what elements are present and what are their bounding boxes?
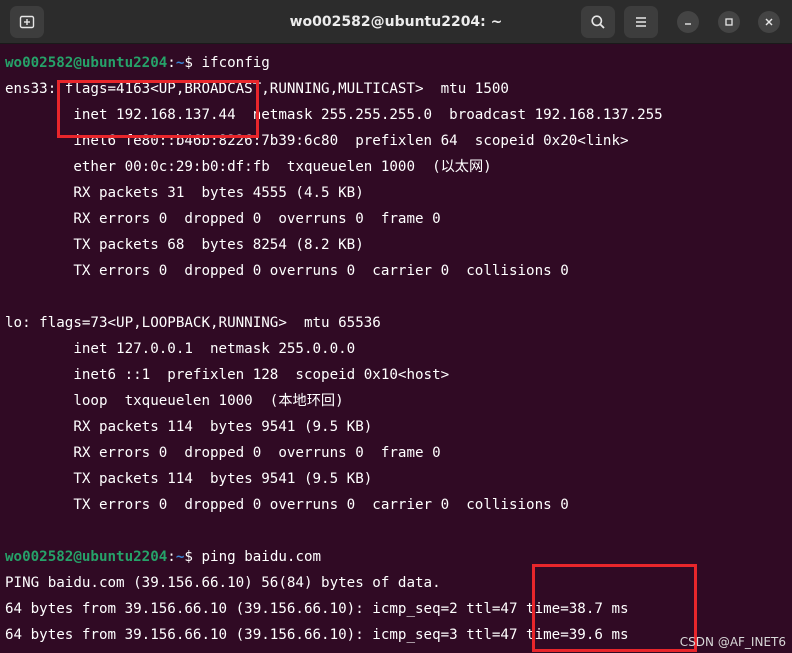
ens33-rx-errors-line: RX errors 0 dropped 0 overruns 0 frame 0 — [5, 211, 441, 227]
ping-reply-line: 64 bytes from 39.156.66.10 (39.156.66.10… — [5, 627, 629, 643]
prompt-separator: : — [167, 549, 176, 565]
prompt-user-host: wo002582@ubuntu2204 — [5, 55, 168, 71]
lo-flags-line: lo: flags=73<UP,LOOPBACK,RUNNING> mtu 65… — [5, 315, 381, 331]
window-title: wo002582@ubuntu2204: ~ — [289, 14, 503, 30]
title-bar: wo002582@ubuntu2204: ~ — [0, 0, 792, 44]
hamburger-menu-icon — [636, 17, 646, 27]
command-text: ifconfig — [201, 55, 270, 71]
ens33-rx-packets-line: RX packets 31 bytes 4555 (4.5 KB) — [5, 185, 364, 201]
lo-inet6-line: inet6 ::1 prefixlen 128 scopeid 0x10<hos… — [5, 367, 450, 383]
minimize-button[interactable] — [677, 11, 699, 33]
prompt-line-ping: wo002582@ubuntu2204:~$ ping baidu.com — [5, 544, 321, 570]
lo-rx-errors-line: RX errors 0 dropped 0 overruns 0 frame 0 — [5, 445, 441, 461]
new-tab-button[interactable] — [10, 6, 44, 38]
ping-header-line: PING baidu.com (39.156.66.10) 56(84) byt… — [5, 575, 441, 591]
prompt-separator: : — [167, 55, 176, 71]
prompt-symbol: $ — [184, 55, 202, 71]
terminal-output[interactable]: wo002582@ubuntu2204:~$ ifconfig ens33: f… — [0, 44, 792, 653]
close-icon — [765, 18, 773, 26]
ens33-flags-line: ens33: flags=4163<UP,BROADCAST,RUNNING,M… — [5, 81, 509, 97]
ens33-ether-line: ether 00:0c:29:b0:df:fb txqueuelen 1000 … — [5, 159, 492, 175]
csdn-watermark: CSDN @AF_INET6 — [679, 635, 786, 649]
ens33-tx-packets-line: TX packets 68 bytes 8254 (8.2 KB) — [5, 237, 364, 253]
ens33-inet6-line: inet6 fe80::b46b:8226:7b39:6c80 prefixle… — [5, 133, 629, 149]
prompt-user-host: wo002582@ubuntu2204 — [5, 549, 168, 565]
lo-rx-packets-line: RX packets 114 bytes 9541 (9.5 KB) — [5, 419, 373, 435]
close-button[interactable] — [758, 11, 780, 33]
ens33-inet-line: inet 192.168.137.44 netmask 255.255.255.… — [5, 107, 663, 123]
ping-reply-line: 64 bytes from 39.156.66.10 (39.156.66.10… — [5, 601, 629, 617]
lo-tx-errors-line: TX errors 0 dropped 0 overruns 0 carrier… — [5, 497, 569, 513]
search-button[interactable] — [581, 6, 615, 38]
lo-loop-line: loop txqueuelen 1000 (本地环回) — [5, 393, 344, 409]
ens33-tx-errors-line: TX errors 0 dropped 0 overruns 0 carrier… — [5, 263, 569, 279]
lo-inet-line: inet 127.0.0.1 netmask 255.0.0.0 — [5, 341, 356, 357]
minimize-icon — [685, 23, 691, 25]
command-text: ping baidu.com — [201, 549, 322, 565]
search-icon — [591, 15, 605, 29]
new-tab-icon — [19, 15, 35, 29]
lo-tx-packets-line: TX packets 114 bytes 9541 (9.5 KB) — [5, 471, 373, 487]
prompt-line-ifconfig: wo002582@ubuntu2204:~$ ifconfig — [5, 50, 270, 76]
menu-button[interactable] — [624, 6, 658, 38]
prompt-symbol: $ — [184, 549, 202, 565]
maximize-button[interactable] — [718, 11, 740, 33]
maximize-icon — [725, 18, 733, 26]
